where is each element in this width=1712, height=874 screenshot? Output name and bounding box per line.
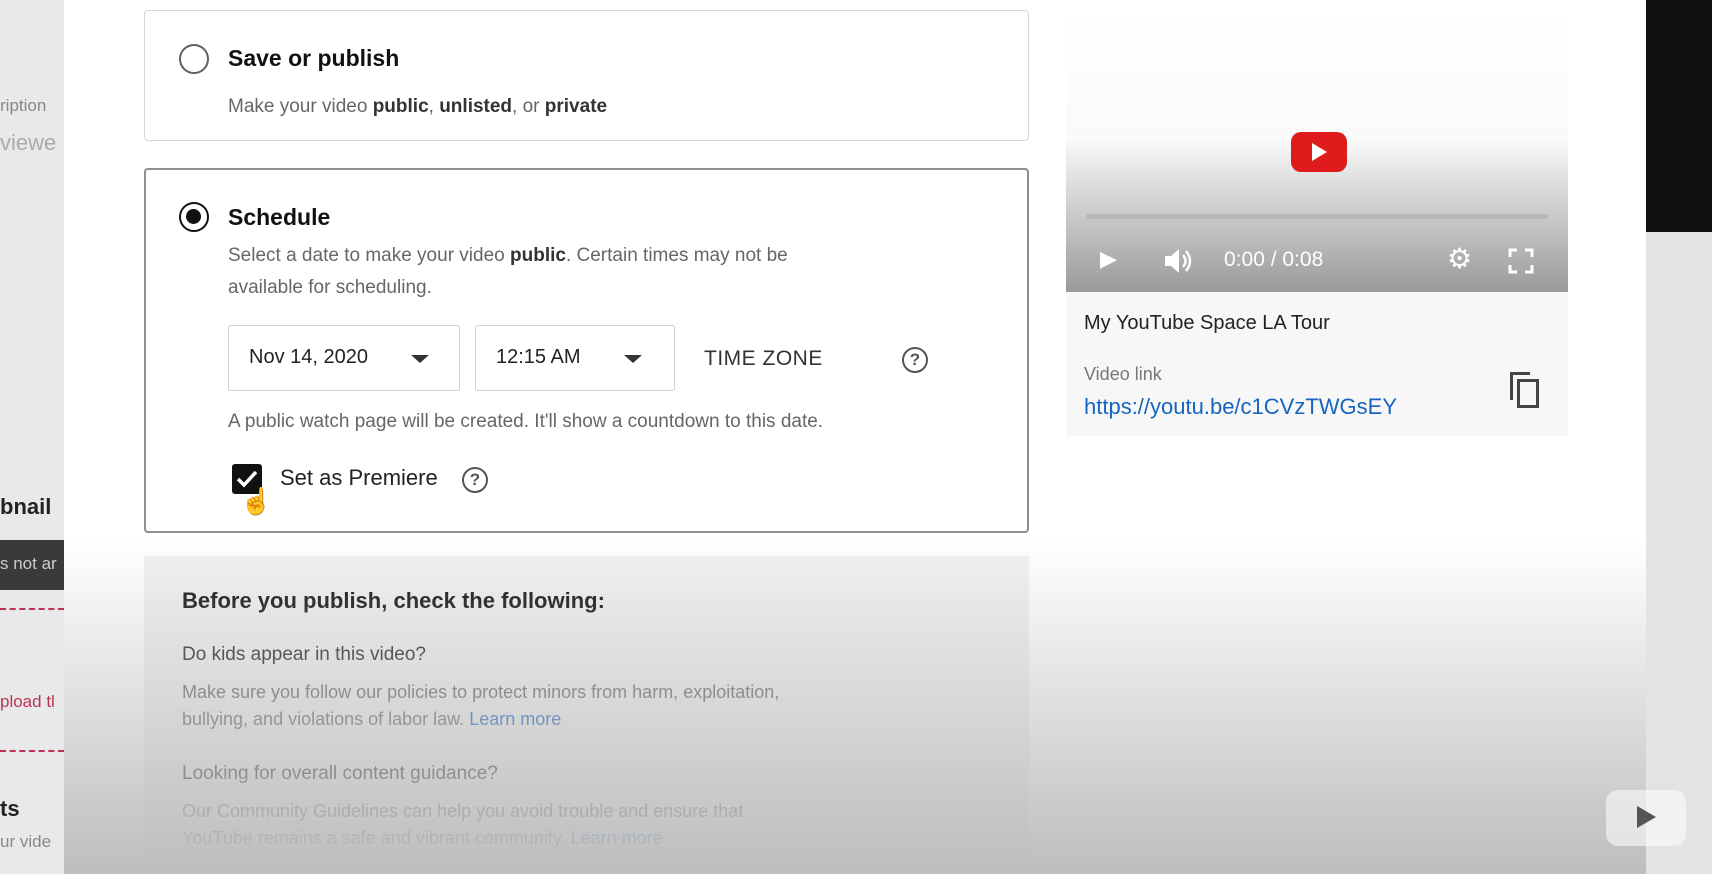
copy-icon[interactable] <box>1510 372 1542 412</box>
video-progress-bar[interactable] <box>1086 214 1548 219</box>
learn-more-link-guidelines[interactable]: Learn more <box>571 828 663 848</box>
schedule-title: Schedule <box>228 204 331 230</box>
time-zone-label[interactable]: TIME ZONE <box>704 347 823 371</box>
video-title: My YouTube Space LA Tour <box>1084 312 1330 334</box>
fullscreen-icon[interactable] <box>1508 248 1534 274</box>
pre-publish-checklist: Before you publish, check the following:… <box>144 556 1029 874</box>
checklist-heading: Before you publish, check the following: <box>182 588 605 613</box>
save-or-publish-radio[interactable] <box>179 44 209 74</box>
bg-text-upload: pload tl <box>0 692 55 711</box>
save-or-publish-subtitle: Make your video public, unlisted, or pri… <box>228 96 608 117</box>
checklist-text-kids: Make sure you follow our policies to pro… <box>182 682 780 729</box>
youtube-play-logo-icon[interactable] <box>1291 132 1347 172</box>
bg-text-not-available: s not ar <box>0 554 57 573</box>
video-time: 0:00 / 0:08 <box>1224 248 1324 271</box>
volume-icon[interactable] <box>1162 246 1196 276</box>
date-value: Nov 14, 2020 <box>249 346 368 368</box>
time-value: 12:15 AM <box>496 346 581 368</box>
schedule-radio[interactable] <box>179 202 209 232</box>
bg-video-player <box>1646 0 1712 232</box>
checklist-text-guidance: Our Community Guidelines can help you av… <box>182 801 744 848</box>
chevron-down-icon <box>624 355 642 363</box>
chevron-down-icon <box>411 355 429 363</box>
checklist-question-kids: Do kids appear in this video? <box>182 644 426 665</box>
bg-text-description: ription <box>0 96 47 115</box>
background-page-left: ription viewe bnail s not ar pload tl ts… <box>0 0 64 874</box>
time-zone-help-icon[interactable]: ? <box>902 347 928 373</box>
video-preview-player[interactable]: ▶ 0:00 / 0:08 ⚙ <box>1066 12 1568 292</box>
hand-cursor-icon: ☝ <box>240 486 273 516</box>
play-icon[interactable]: ▶ <box>1100 246 1117 272</box>
premiere-countdown-note: A public watch page will be created. It'… <box>228 411 824 432</box>
save-or-publish-option[interactable]: Save or publish Make your video public, … <box>144 10 1029 141</box>
background-page-right <box>1646 0 1712 874</box>
video-link-label: Video link <box>1084 364 1162 384</box>
visibility-dialog: Save or publish Make your video public, … <box>64 0 1646 874</box>
save-or-publish-title: Save or publish <box>228 45 400 71</box>
set-as-premiere-label[interactable]: Set as Premiere <box>280 465 438 491</box>
learn-more-link-kids[interactable]: Learn more <box>469 709 561 729</box>
bg-text-your-video: ur vide <box>0 832 52 851</box>
schedule-description: Select a date to make your video public.… <box>228 245 788 298</box>
checklist-question-guidance: Looking for overall content guidance? <box>182 763 498 784</box>
date-picker[interactable]: Nov 14, 2020 <box>228 325 460 391</box>
video-link-url[interactable]: https://youtu.be/c1CVzTWGsEY <box>1084 394 1397 420</box>
schedule-option[interactable]: Schedule Select a date to make your vide… <box>144 168 1029 533</box>
premiere-help-icon[interactable]: ? <box>462 467 488 493</box>
bg-text-thumbnail: bnail <box>0 494 52 519</box>
settings-gear-icon[interactable]: ⚙ <box>1447 242 1472 275</box>
bg-text-ts: ts <box>0 796 20 821</box>
time-picker[interactable]: 12:15 AM <box>475 325 675 391</box>
bg-upload-dropzone <box>0 608 64 752</box>
youtube-watermark-icon <box>1606 790 1686 846</box>
video-details: My YouTube Space LA Tour Video link http… <box>1066 292 1568 436</box>
bg-text-viewers: viewe <box>0 130 57 155</box>
